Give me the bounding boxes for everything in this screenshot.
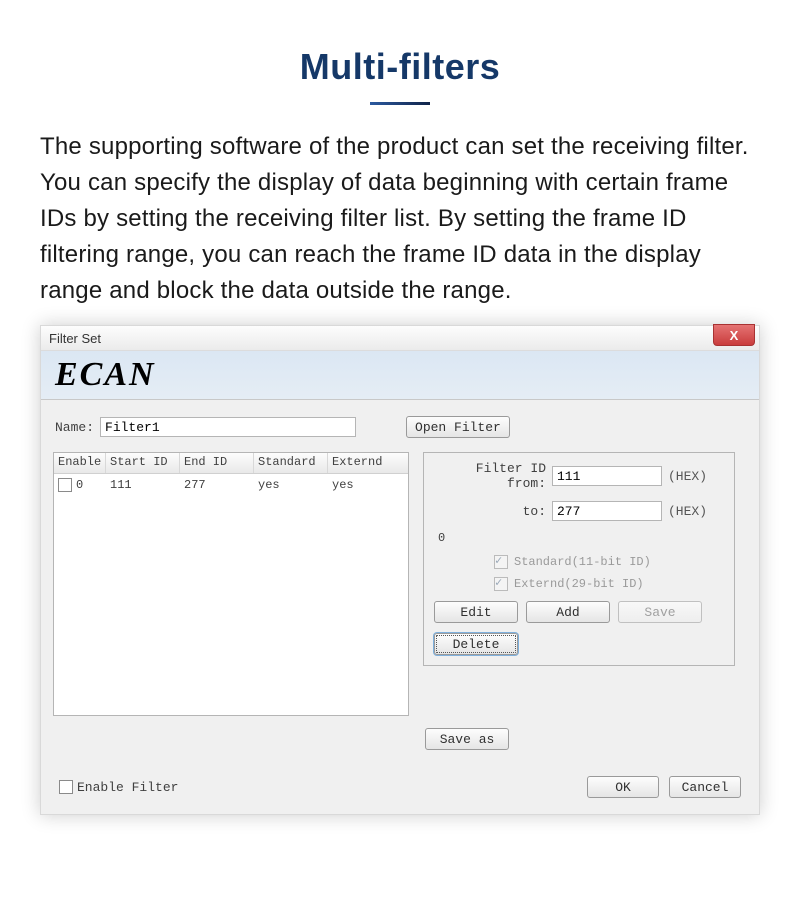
row-end-id: 277 [180, 478, 254, 498]
enable-filter-label: Enable Filter [77, 780, 178, 795]
close-icon: X [730, 328, 739, 343]
col-end-id: End ID [180, 453, 254, 473]
externd-checkbox-label: Externd(29-bit ID) [514, 577, 644, 591]
name-input[interactable] [100, 417, 356, 437]
hex-label-from: (HEX) [668, 469, 707, 484]
col-enable: Enable [54, 453, 106, 473]
row-externd: yes [328, 478, 402, 498]
filter-set-dialog: Filter Set X ECAN Name: Open Filter Enab… [40, 325, 760, 815]
titlebar: Filter Set X [41, 326, 759, 351]
ok-button[interactable]: OK [587, 776, 659, 798]
row-standard: yes [254, 478, 328, 498]
filter-panel: Filter ID from: (HEX) to: (HEX) 0 Standa… [423, 452, 735, 666]
filter-from-input[interactable] [552, 466, 662, 486]
delete-button[interactable]: Delete [434, 633, 518, 655]
zero-indicator: 0 [434, 531, 724, 549]
open-filter-button[interactable]: Open Filter [406, 416, 510, 438]
standard-checkbox[interactable] [494, 555, 508, 569]
col-standard: Standard [254, 453, 328, 473]
close-button[interactable]: X [713, 324, 755, 346]
filter-from-label: Filter ID from: [434, 461, 546, 491]
row-start-id: 111 [106, 478, 180, 498]
row-enable-checkbox[interactable] [58, 478, 72, 492]
standard-checkbox-label: Standard(11-bit ID) [514, 555, 651, 569]
table-header: Enable Start ID End ID Standard Externd [54, 453, 408, 474]
externd-checkbox[interactable] [494, 577, 508, 591]
add-button[interactable]: Add [526, 601, 610, 623]
save-button[interactable]: Save [618, 601, 702, 623]
hex-label-to: (HEX) [668, 504, 707, 519]
filter-table[interactable]: Enable Start ID End ID Standard Externd … [53, 452, 409, 716]
page-description: The supporting software of the product c… [40, 129, 760, 309]
cancel-button[interactable]: Cancel [669, 776, 741, 798]
filter-to-label: to: [434, 504, 546, 519]
save-as-button[interactable]: Save as [425, 728, 509, 750]
banner-text: ECAN [55, 356, 156, 394]
col-externd: Externd [328, 453, 402, 473]
banner: ECAN [41, 351, 759, 400]
page-title: Multi-filters [0, 0, 800, 88]
table-row[interactable]: 0 111 277 yes yes [54, 474, 408, 498]
edit-button[interactable]: Edit [434, 601, 518, 623]
filter-to-input[interactable] [552, 501, 662, 521]
row-index: 0 [76, 478, 83, 492]
dialog-title: Filter Set [49, 331, 101, 346]
name-label: Name: [55, 420, 94, 435]
title-underline [370, 102, 430, 105]
col-start-id: Start ID [106, 453, 180, 473]
enable-filter-checkbox[interactable] [59, 780, 73, 794]
